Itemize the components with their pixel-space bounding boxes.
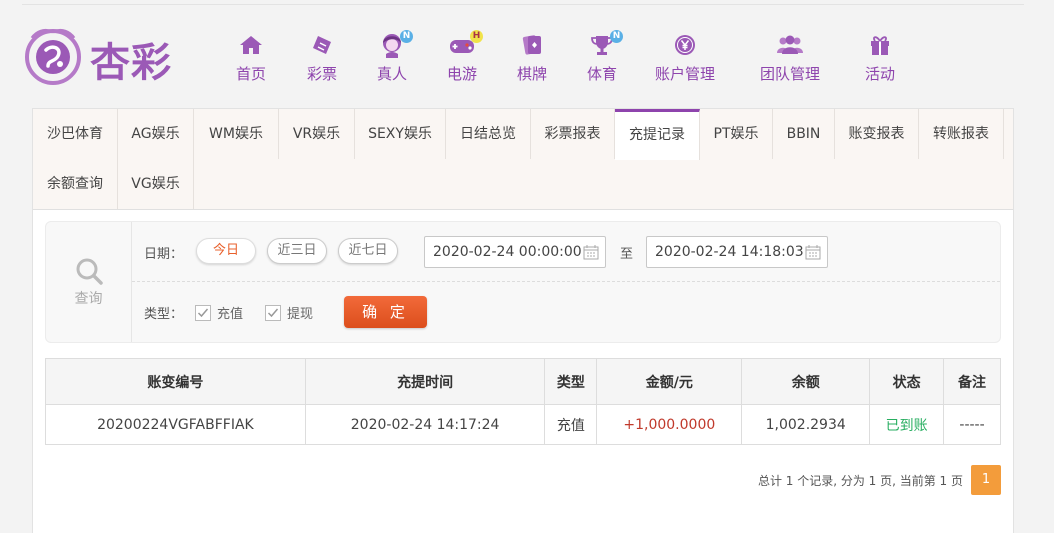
confirm-button[interactable]: 确 定 — [344, 296, 427, 328]
search-icon — [76, 258, 103, 285]
nav-egames-badge: H — [470, 30, 483, 43]
gift-icon — [863, 32, 897, 58]
date-7days-button[interactable]: 近七日 — [338, 238, 398, 264]
cell-amount: +1,000.0000 — [596, 404, 743, 445]
deposit-checkbox[interactable]: 充值 — [195, 303, 243, 322]
pagination-summary: 总计 1 个记录, 分为 1 页, 当前第 1 页 — [757, 473, 963, 488]
end-date-value: 2020-02-24 14:18:03 — [655, 244, 804, 260]
nav-chess[interactable]: 棋牌 — [515, 32, 549, 84]
checkmark-icon — [197, 308, 209, 317]
deposit-checkbox-label: 充值 — [217, 307, 244, 322]
tab-transfer-report[interactable]: 转账报表 — [919, 109, 1004, 159]
nav-live-label: 真人 — [376, 65, 407, 83]
tab-wm[interactable]: WM娱乐 — [194, 109, 279, 159]
cell-balance: 1,002.2934 — [741, 404, 871, 445]
date-today-button[interactable]: 今日 — [196, 238, 256, 264]
tab-daily-summary[interactable]: 日结总览 — [446, 109, 531, 159]
start-date-input[interactable]: 2020-02-24 00:00:00 — [424, 236, 606, 268]
table-row: 20200224VGFABFFIAK 2020-02-24 14:17:24 充… — [45, 404, 1001, 445]
ticket-icon — [305, 32, 339, 58]
col-header-balance: 余额 — [741, 358, 871, 405]
date-filter-row: 日期： 今日 近三日 近七日 2020-02-24 00:00:00 至 202… — [132, 222, 1000, 282]
cell-id: 20200224VGFABFFIAK — [45, 404, 306, 445]
nav-egames-label: 电游 — [446, 65, 477, 83]
table-header-row: 账变编号 充提时间 类型 金额/元 余额 状态 备注 — [45, 358, 1001, 405]
top-divider — [22, 4, 1024, 5]
col-header-amount: 金额/元 — [596, 358, 743, 405]
search-filter-panel: 查询 日期： 今日 近三日 近七日 2020-02-24 00:00:00 至 … — [45, 221, 1001, 343]
nav-lottery[interactable]: 彩票 — [305, 32, 339, 84]
tab-deposit-withdraw[interactable]: 充提记录 — [615, 109, 700, 160]
cell-time: 2020-02-24 14:17:24 — [304, 404, 546, 445]
report-tabs: 沙巴体育 AG娱乐 WM娱乐 VR娱乐 SEXY娱乐 日结总览 彩票报表 充提记… — [33, 109, 1013, 210]
page-button-current[interactable]: 1 — [971, 465, 1001, 495]
tab-vg[interactable]: VG娱乐 — [118, 159, 194, 209]
calendar-icon — [583, 245, 599, 260]
nav-account[interactable]: 账户管理 — [655, 32, 715, 84]
calendar-icon — [805, 245, 821, 260]
nav-live[interactable]: N 真人 — [375, 30, 413, 84]
records-table: 账变编号 充提时间 类型 金额/元 余额 状态 备注 20200224VGFAB… — [45, 358, 1001, 445]
nav-activity-label: 活动 — [864, 65, 895, 83]
tab-lottery-report[interactable]: 彩票报表 — [531, 109, 615, 159]
type-filter-row: 类型： 充值 提现 确 定 — [132, 282, 1000, 342]
tab-balance-change-report[interactable]: 账变报表 — [835, 109, 919, 159]
col-header-remark: 备注 — [943, 358, 1001, 405]
date-label: 日期： — [144, 247, 184, 262]
search-label: 查询 — [74, 291, 103, 307]
trophy-icon: N — [585, 30, 623, 58]
tab-saba-sports[interactable]: 沙巴体育 — [33, 109, 118, 159]
nav-team[interactable]: 团队管理 — [760, 32, 820, 84]
col-header-id: 账变编号 — [45, 358, 306, 405]
cell-status: 已到账 — [869, 404, 945, 445]
nav-home[interactable]: 首页 — [234, 32, 268, 84]
live-dealer-icon: N — [375, 30, 413, 58]
pagination: 总计 1 个记录, 分为 1 页, 当前第 1 页 1 — [758, 465, 1001, 495]
nav-team-label: 团队管理 — [760, 65, 821, 83]
col-header-status: 状态 — [869, 358, 945, 405]
cards-icon — [515, 32, 549, 58]
tab-vr[interactable]: VR娱乐 — [279, 109, 355, 159]
tab-balance-query[interactable]: 余额查询 — [33, 159, 118, 209]
tab-bbin[interactable]: BBIN — [773, 109, 835, 159]
checkmark-icon — [267, 308, 279, 317]
main-nav: 首页 彩票 N 真人 H 电游 棋牌 N 体育 账户管理 团队管理 活动 — [0, 30, 1054, 92]
nav-account-label: 账户管理 — [655, 65, 716, 83]
col-header-time: 充提时间 — [304, 358, 546, 405]
nav-sports-label: 体育 — [586, 65, 617, 83]
nav-egames[interactable]: H 电游 — [445, 30, 483, 84]
nav-activity[interactable]: 活动 — [863, 32, 897, 84]
withdraw-checkbox-label: 提现 — [287, 307, 314, 322]
date-3days-button[interactable]: 近三日 — [267, 238, 327, 264]
home-icon — [234, 32, 268, 58]
tab-sexy[interactable]: SEXY娱乐 — [355, 109, 446, 159]
nav-live-badge: N — [400, 30, 413, 43]
tab-ag[interactable]: AG娱乐 — [118, 109, 194, 159]
nav-lottery-label: 彩票 — [306, 65, 337, 83]
withdraw-checkbox[interactable]: 提现 — [265, 303, 313, 322]
nav-sports[interactable]: N 体育 — [585, 30, 623, 84]
cell-remark: ----- — [943, 404, 1001, 445]
content-panel: 沙巴体育 AG娱乐 WM娱乐 VR娱乐 SEXY娱乐 日结总览 彩票报表 充提记… — [32, 108, 1014, 533]
yen-coin-icon — [668, 32, 702, 58]
gamepad-icon: H — [445, 30, 483, 58]
team-icon — [773, 32, 807, 58]
nav-chess-label: 棋牌 — [516, 65, 547, 83]
checkbox-box — [265, 304, 281, 321]
to-label: 至 — [620, 247, 634, 262]
type-label: 类型： — [144, 307, 184, 322]
nav-sports-badge: N — [610, 30, 623, 43]
nav-home-label: 首页 — [235, 65, 266, 83]
col-header-type: 类型 — [544, 358, 598, 405]
tab-pt[interactable]: PT娱乐 — [700, 109, 773, 159]
search-area[interactable]: 查询 — [46, 222, 132, 342]
end-date-input[interactable]: 2020-02-24 14:18:03 — [646, 236, 828, 268]
checkbox-box — [195, 304, 211, 321]
start-date-value: 2020-02-24 00:00:00 — [433, 244, 582, 260]
cell-type: 充值 — [544, 404, 598, 445]
